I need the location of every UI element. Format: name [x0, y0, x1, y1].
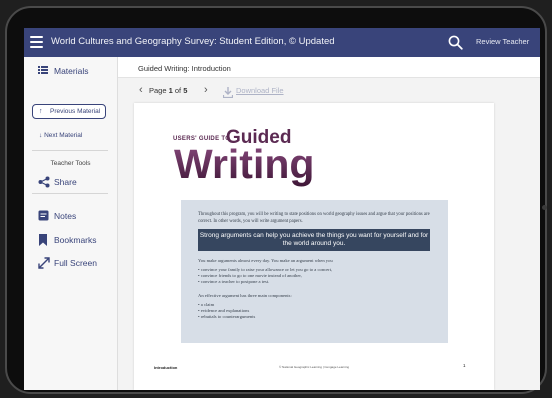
review-teacher-button[interactable]: Review Teacher — [476, 37, 529, 46]
components-paragraph: An effective argument has three main com… — [198, 293, 292, 298]
materials-label: Materials — [54, 66, 89, 76]
next-page-chevron-icon[interactable]: › — [204, 84, 208, 96]
tablet-frame: World Cultures and Geography Survey: Stu… — [5, 6, 547, 394]
arrow-up-icon: ↑ — [39, 108, 43, 115]
divider — [32, 193, 108, 194]
list-item: • convince friends to go to one movie in… — [198, 273, 302, 278]
page-of: of — [174, 86, 182, 95]
list-item: • rebuttals to counterarguments — [198, 314, 256, 319]
page-footer-number: 1 — [463, 363, 466, 368]
bookmark-icon — [38, 234, 50, 246]
teacher-tools-label: Teacher Tools — [50, 160, 91, 167]
app-title: World Cultures and Geography Survey: Stu… — [51, 36, 335, 47]
guide-heading-writing: Writing — [174, 141, 315, 187]
share-icon — [38, 176, 50, 188]
hamburger-menu-icon[interactable] — [30, 36, 43, 48]
full-screen-label: Full Screen — [54, 258, 97, 268]
bookmarks-label: Bookmarks — [54, 235, 97, 245]
top-bar: World Cultures and Geography Survey: Stu… — [24, 28, 540, 57]
document-title: Guided Writing: Introduction — [138, 64, 231, 73]
list-item: • evidence and explanations — [198, 308, 250, 313]
notes-icon — [38, 210, 50, 222]
fullscreen-icon — [38, 257, 50, 269]
page-footer-section: Introduction — [154, 365, 178, 370]
arrow-down-icon: ↓ — [39, 132, 43, 139]
download-icon[interactable] — [222, 85, 234, 99]
previous-material-label: Previous Material — [50, 108, 101, 115]
document-page: USERS' GUIDE TO Guided Writing Throughou… — [134, 103, 494, 390]
page-navigator: ‹ Page 1 of 5 › Download File — [118, 78, 540, 102]
sidebar: Materials ↑ Previous Material ↓ Next Mat… — [24, 57, 118, 390]
download-file-link[interactable]: Download File — [236, 86, 284, 95]
previous-material-button[interactable]: ↑ Previous Material — [32, 104, 106, 119]
next-material-label: Next Material — [44, 132, 83, 139]
next-material-link[interactable]: ↓ Next Material — [39, 132, 82, 139]
page-footer-copyright: © National Geographic Learning | Cengage… — [279, 365, 350, 369]
list-icon — [38, 65, 50, 77]
notes-label: Notes — [54, 211, 77, 221]
page-prefix: Page — [149, 86, 167, 95]
total-pages: 5 — [183, 86, 188, 95]
camera-dot — [542, 205, 547, 210]
share-label: Share — [54, 177, 77, 187]
app-screen: World Cultures and Geography Survey: Stu… — [24, 28, 540, 390]
search-icon[interactable] — [448, 35, 463, 50]
page-indicator: Page 1 of 5 — [149, 86, 187, 95]
intro-box: Throughout this program, you will be wri… — [181, 200, 448, 343]
intro-paragraph: Throughout this program, you will be wri… — [198, 212, 430, 224]
key-message-banner: Strong arguments can help you achieve th… — [198, 229, 430, 251]
list-item: • convince a teacher to postpone a test. — [198, 279, 270, 284]
document-header: Guided Writing: Introduction — [118, 57, 540, 78]
previous-page-chevron-icon[interactable]: ‹ — [139, 84, 143, 96]
list-item: • a claim — [198, 302, 215, 307]
current-page: 1 — [168, 86, 173, 95]
everyday-paragraph: You make arguments almost every day. You… — [198, 258, 333, 263]
divider — [32, 150, 108, 151]
list-item: • convince your family to raise your all… — [198, 267, 333, 272]
